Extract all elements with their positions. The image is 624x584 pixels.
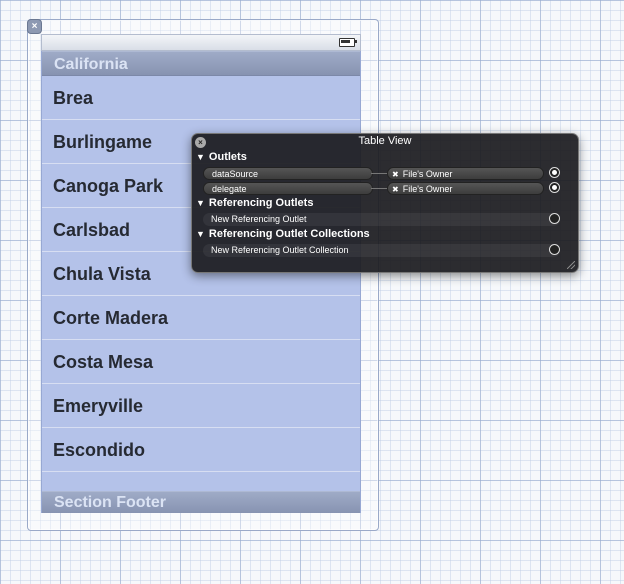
battery-icon [339, 38, 357, 47]
referencing-outlets-section-header[interactable]: ▼ Referencing Outlets [196, 197, 313, 209]
triangle-down-icon[interactable]: ▼ [196, 152, 205, 162]
section-header: California [42, 51, 360, 76]
outlet-target-label: File's Owner [402, 184, 453, 194]
circle-icon[interactable] [549, 244, 560, 255]
outlets-section-header[interactable]: ▼ Outlets [196, 151, 247, 163]
close-icon[interactable]: × [28, 20, 41, 33]
table-row[interactable]: Emeryville [42, 384, 360, 428]
status-bar [41, 34, 361, 51]
circle-icon[interactable] [549, 167, 560, 178]
outlet-row-datasource[interactable]: dataSource ✖ File's Owner [203, 167, 560, 180]
referencing-collections-heading: Referencing Outlet Collections [208, 228, 370, 240]
outlet-row-delegate[interactable]: delegate ✖ File's Owner [203, 182, 560, 195]
resize-grip-icon[interactable] [567, 261, 575, 269]
outlet-name[interactable]: delegate [203, 182, 373, 195]
referencing-collections-section-header[interactable]: ▼ Referencing Outlet Collections [196, 228, 370, 240]
outlet-name[interactable]: dataSource [203, 167, 373, 180]
circle-icon[interactable] [549, 213, 560, 224]
outlet-target[interactable]: ✖ File's Owner [387, 182, 544, 195]
table-row[interactable]: Escondido [42, 428, 360, 472]
new-referencing-collection-row[interactable]: New Referencing Outlet Collection [203, 244, 560, 257]
outlet-target-label: File's Owner [402, 169, 453, 179]
table-view[interactable]: California Brea Burlingame Canoga Park C… [41, 51, 361, 513]
triangle-down-icon[interactable]: ▼ [196, 229, 205, 239]
section-footer: Section Footer [42, 491, 360, 513]
table-row[interactable]: Corte Madera [42, 296, 360, 340]
triangle-down-icon[interactable]: ▼ [196, 198, 205, 208]
table-row[interactable]: Brea [42, 76, 360, 120]
table-row[interactable]: Costa Mesa [42, 340, 360, 384]
new-referencing-outlet-label: New Referencing Outlet [211, 214, 307, 224]
circle-icon[interactable] [549, 182, 560, 193]
hud-title: Table View [358, 135, 412, 147]
outlet-target[interactable]: ✖ File's Owner [387, 167, 544, 180]
x-icon[interactable]: ✖ [392, 185, 399, 194]
new-referencing-outlet-row[interactable]: New Referencing Outlet [203, 213, 560, 226]
x-icon[interactable]: ✖ [392, 170, 399, 179]
new-referencing-collection-label: New Referencing Outlet Collection [211, 245, 349, 255]
referencing-outlets-heading: Referencing Outlets [208, 197, 314, 209]
connections-hud[interactable]: × Table View ▼ Outlets dataSource ✖ File's… [191, 133, 579, 273]
outlets-heading: Outlets [208, 151, 247, 163]
